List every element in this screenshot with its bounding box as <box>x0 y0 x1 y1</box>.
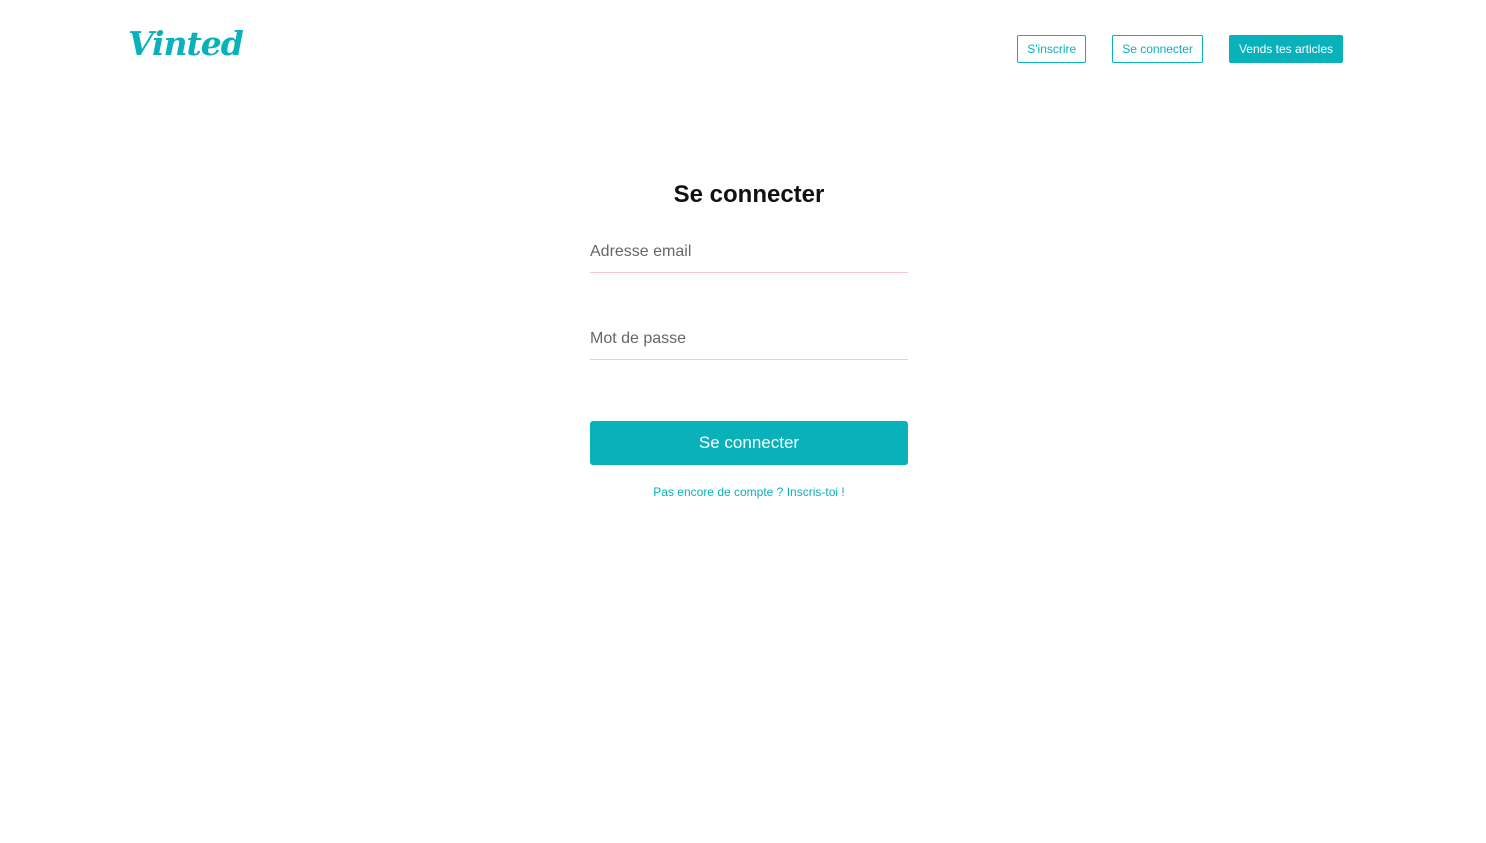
sell-items-button[interactable]: Vends tes articles <box>1228 35 1343 63</box>
submit-login-button[interactable]: Se connecter <box>590 421 908 465</box>
header-nav: S'inscrire Se connecter Vends tes articl… <box>1017 35 1343 63</box>
password-field-container <box>590 322 908 360</box>
password-input[interactable] <box>590 322 908 360</box>
vinted-logo[interactable]: Vinted <box>128 24 244 64</box>
email-field-container <box>590 235 908 273</box>
login-button[interactable]: Se connecter <box>1112 35 1203 63</box>
site-header: Vinted S'inscrire Se connecter Vends tes… <box>0 0 1486 100</box>
signup-link[interactable]: Pas encore de compte ? Inscris-toi ! <box>590 485 908 499</box>
signup-button[interactable]: S'inscrire <box>1017 35 1087 63</box>
page-title: Se connecter <box>673 181 825 208</box>
login-form: Se connecter Se connecter Pas encore de … <box>590 175 908 499</box>
email-input[interactable] <box>590 235 908 273</box>
